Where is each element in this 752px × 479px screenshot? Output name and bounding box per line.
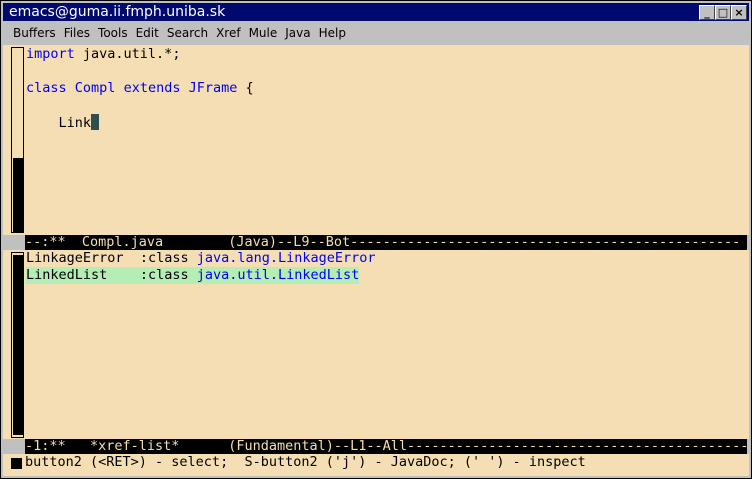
text-cursor [91, 114, 100, 130]
xref-scrollbar[interactable] [11, 252, 24, 438]
editor-buffer[interactable]: import java.util.*; class Compl extends … [3, 45, 749, 235]
menu-xref[interactable]: Xref [212, 22, 245, 45]
xref-row-kind: :class [139, 250, 189, 266]
code-line-5: Link [26, 115, 92, 131]
menu-help[interactable]: Help [315, 22, 350, 45]
keyword-class: class [26, 80, 67, 96]
mode-line-xref[interactable]: -1:** *xref-list* (Fundamental)--L1--All… [25, 439, 747, 454]
editor-scrollbar[interactable] [11, 47, 24, 233]
window-title: emacs@guma.ii.fmph.uniba.sk [9, 4, 226, 20]
xref-row-fqn: java.util.LinkedList [196, 267, 360, 283]
xref-list-buffer[interactable]: LinkageError :class java.lang.LinkageErr… [3, 250, 749, 439]
code-line-1-rest: java.util.*; [74, 46, 181, 62]
minibuffer-scroll-icon [11, 458, 22, 469]
minimize-button[interactable]: _ [699, 5, 715, 20]
menu-java[interactable]: Java [281, 22, 314, 45]
xref-rows: LinkageError :class java.lang.LinkageErr… [26, 250, 376, 284]
maximize-button[interactable]: □ [715, 5, 731, 20]
xref-row-fqn: java.lang.LinkageError [196, 250, 376, 266]
menu-buffers[interactable]: Buffers [3, 22, 60, 45]
title-bar[interactable]: emacs@guma.ii.fmph.uniba.sk _ □ × [3, 3, 749, 21]
class-name: Compl [74, 80, 116, 96]
menu-edit[interactable]: Edit [132, 22, 163, 45]
xref-row-name: LinkedList [26, 267, 124, 283]
menu-mule[interactable]: Mule [245, 22, 282, 45]
keyword-extends: extends [123, 80, 181, 96]
xref-row-name: LinkageError [26, 250, 124, 266]
keyword-import: import [26, 46, 75, 62]
xref-row-selected[interactable]: LinkedList :class java.util.LinkedList [26, 267, 376, 284]
echo-area-text: button2 (<RET>) - select; S-button2 ('j'… [25, 454, 586, 470]
menu-files[interactable]: Files [60, 22, 94, 45]
emacs-window: emacs@guma.ii.fmph.uniba.sk _ □ × Buffer… [0, 0, 752, 479]
superclass-name: JFrame [188, 80, 238, 96]
code-brace: { [237, 80, 254, 96]
xref-row-highlight: LinkedList :class java.util.LinkedList [26, 267, 360, 284]
menu-search[interactable]: Search [163, 22, 212, 45]
close-button[interactable]: × [731, 5, 747, 20]
code-text[interactable]: import java.util.*; class Compl extends … [26, 46, 254, 132]
menu-tools[interactable]: Tools [94, 22, 132, 45]
xref-row[interactable]: LinkageError :class java.lang.LinkageErr… [26, 250, 376, 267]
xref-scroll-thumb[interactable] [13, 255, 23, 435]
xref-row-kind: :class [139, 267, 189, 283]
menu-bar: Buffers Files Tools Edit Search Xref Mule Java H… [3, 22, 749, 45]
mode-line-editor[interactable]: --:** Compl.java (Java)--L9--Bot--------… [25, 235, 747, 250]
editor-scroll-thumb[interactable] [13, 158, 23, 232]
